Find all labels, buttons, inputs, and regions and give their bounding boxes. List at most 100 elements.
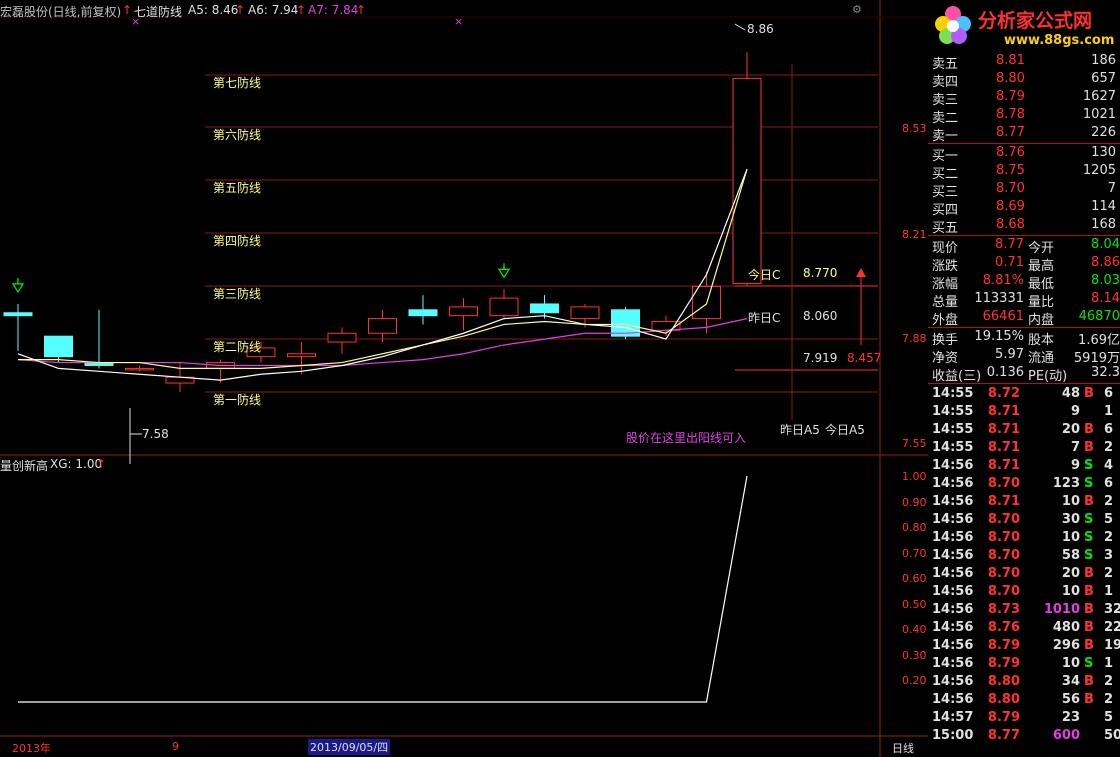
level-price: 8.81	[996, 53, 1025, 68]
tick-time: 14:56	[932, 512, 974, 527]
candle-body	[570, 306, 600, 320]
sell-level-row: 卖一 8.77 226	[928, 124, 1120, 144]
stat-value: 8.77	[995, 237, 1024, 252]
sub-axis-tick: 0.90	[902, 495, 927, 509]
down-arrow-icon	[497, 268, 511, 279]
tick-count: 19	[1104, 638, 1120, 653]
stat-value: 19.15%	[974, 329, 1024, 344]
sell-level-row: 卖三 8.79 1627	[928, 88, 1120, 108]
tick-volume: 20	[1061, 566, 1080, 581]
header-arrow: ↑	[122, 3, 133, 17]
logo-title: 分析家公式网	[978, 10, 1093, 32]
level-volume: 7	[1107, 181, 1116, 196]
tick-price: 8.76	[987, 620, 1020, 635]
tick-row: 14:56 8.70 10 B 1	[928, 583, 1120, 601]
tick-time: 14:56	[932, 584, 974, 599]
tick-volume: 9	[1070, 404, 1080, 419]
tick-count: 2	[1104, 440, 1114, 455]
tick-count: 2	[1104, 566, 1114, 581]
stat-value: 113331	[974, 291, 1024, 306]
tick-volume: 56	[1061, 692, 1080, 707]
tick-volume: 123	[1052, 476, 1080, 491]
tick-count: 2	[1104, 692, 1114, 707]
target-arrow-head	[856, 268, 866, 277]
level-volume: 114	[1091, 199, 1116, 214]
tick-time: 14:56	[932, 494, 974, 509]
tick-side: B	[1084, 386, 1094, 401]
settings-icon[interactable]: ⚙	[852, 3, 862, 16]
tick-row: 14:56 8.70 123 S 6	[928, 475, 1120, 493]
tick-volume: 296	[1052, 638, 1080, 653]
xg-line	[18, 475, 748, 703]
sub-axis-tick: 0.20	[902, 674, 927, 687]
tick-row: 14:56 8.80 34 B 2	[928, 673, 1120, 691]
level-price: 8.75	[996, 163, 1025, 178]
stat-value: 8.04	[1091, 237, 1120, 252]
today-c-label: 今日C	[748, 268, 781, 282]
a6-arrow: ↑	[296, 3, 307, 17]
buy-level-row: 买三 8.70 7	[928, 180, 1120, 200]
tick-count: 2	[1104, 530, 1114, 545]
period-label[interactable]: 日线	[892, 740, 914, 756]
price-tick: 7.55	[902, 437, 927, 450]
candle-body	[3, 312, 33, 317]
tick-price: 8.70	[987, 548, 1020, 563]
sub-axis-tick: 0.40	[902, 623, 927, 636]
level-volume: 168	[1091, 217, 1116, 232]
tick-count: 5	[1104, 710, 1114, 725]
stat-value: 5.97	[995, 347, 1024, 362]
tick-row: 14:56 8.71 9 S 4	[928, 457, 1120, 475]
tick-price: 8.73	[987, 602, 1020, 617]
tick-side: S	[1084, 656, 1094, 671]
tick-count: 5	[1104, 512, 1114, 527]
level-volume: 186	[1091, 53, 1116, 68]
tick-row: 14:56 8.79 10 S 1	[928, 655, 1120, 673]
tick-price: 8.70	[987, 512, 1020, 527]
tick-side: S	[1084, 548, 1094, 563]
indicator-name: 七道防线	[134, 5, 183, 19]
tick-row: 14:56 8.70 10 S 2	[928, 529, 1120, 547]
level-label: 卖一	[932, 129, 959, 144]
chart-area[interactable]: × × 宏磊股份(日线,前复权) ↑ 七道防线 A5: 8.46 ↑ A6: 7.…	[0, 0, 928, 757]
tick-count: 6	[1104, 422, 1114, 437]
stat-label: 内盘	[1028, 313, 1055, 328]
tick-side: B	[1084, 422, 1094, 437]
tick-row: 14:57 8.79 23 5	[928, 709, 1120, 727]
candle-body	[408, 309, 438, 317]
defense-line-label: 第四防线	[213, 234, 262, 248]
candle-body	[125, 367, 154, 371]
stock-title: 宏磊股份(日线,前复权)	[0, 5, 122, 19]
tick-side: B	[1084, 620, 1094, 635]
tick-row: 14:56 8.79 296 B 19	[928, 637, 1120, 655]
level-price: 8.68	[996, 217, 1025, 232]
stat-value: 8.03	[1091, 273, 1120, 288]
candle-body	[449, 306, 478, 317]
level-price: 8.70	[996, 181, 1025, 196]
tick-price: 8.70	[987, 476, 1020, 491]
a5-value: A5: 8.46	[188, 3, 239, 17]
sub-chart-title: 量创新高	[0, 459, 49, 473]
tick-time: 14:56	[932, 674, 974, 689]
sub-axis-tick: 0.80	[902, 521, 927, 534]
tick-time: 14:56	[932, 602, 974, 617]
stat-row: 净资 5.97 流通 5919万	[928, 346, 1120, 366]
tick-time: 14:55	[932, 404, 974, 419]
tick-time: 14:56	[932, 548, 974, 563]
stat-row: 总量 113331 量比 8.14	[928, 290, 1120, 310]
tick-price: 8.70	[987, 530, 1020, 545]
chart-canvas[interactable]: × ×	[0, 0, 928, 757]
tick-row: 15:00 8.77 600 50	[928, 727, 1120, 745]
tick-side: B	[1084, 692, 1094, 707]
stat-label: PE(动)	[1028, 369, 1068, 384]
tick-price: 8.72	[987, 386, 1020, 401]
tick-side: B	[1084, 638, 1094, 653]
divider	[928, 383, 1120, 384]
tick-price: 8.71	[987, 422, 1020, 437]
site-logo: 分析家公式网 www.88gs.com	[928, 0, 1120, 52]
stat-row: 换手 19.15% 股本 1.69亿	[928, 328, 1120, 348]
tick-price: 8.71	[987, 458, 1020, 473]
tick-volume: 20	[1061, 422, 1080, 437]
tick-count: 32	[1104, 602, 1120, 617]
tick-volume: 9	[1070, 458, 1080, 473]
tick-time: 14:56	[932, 566, 974, 581]
